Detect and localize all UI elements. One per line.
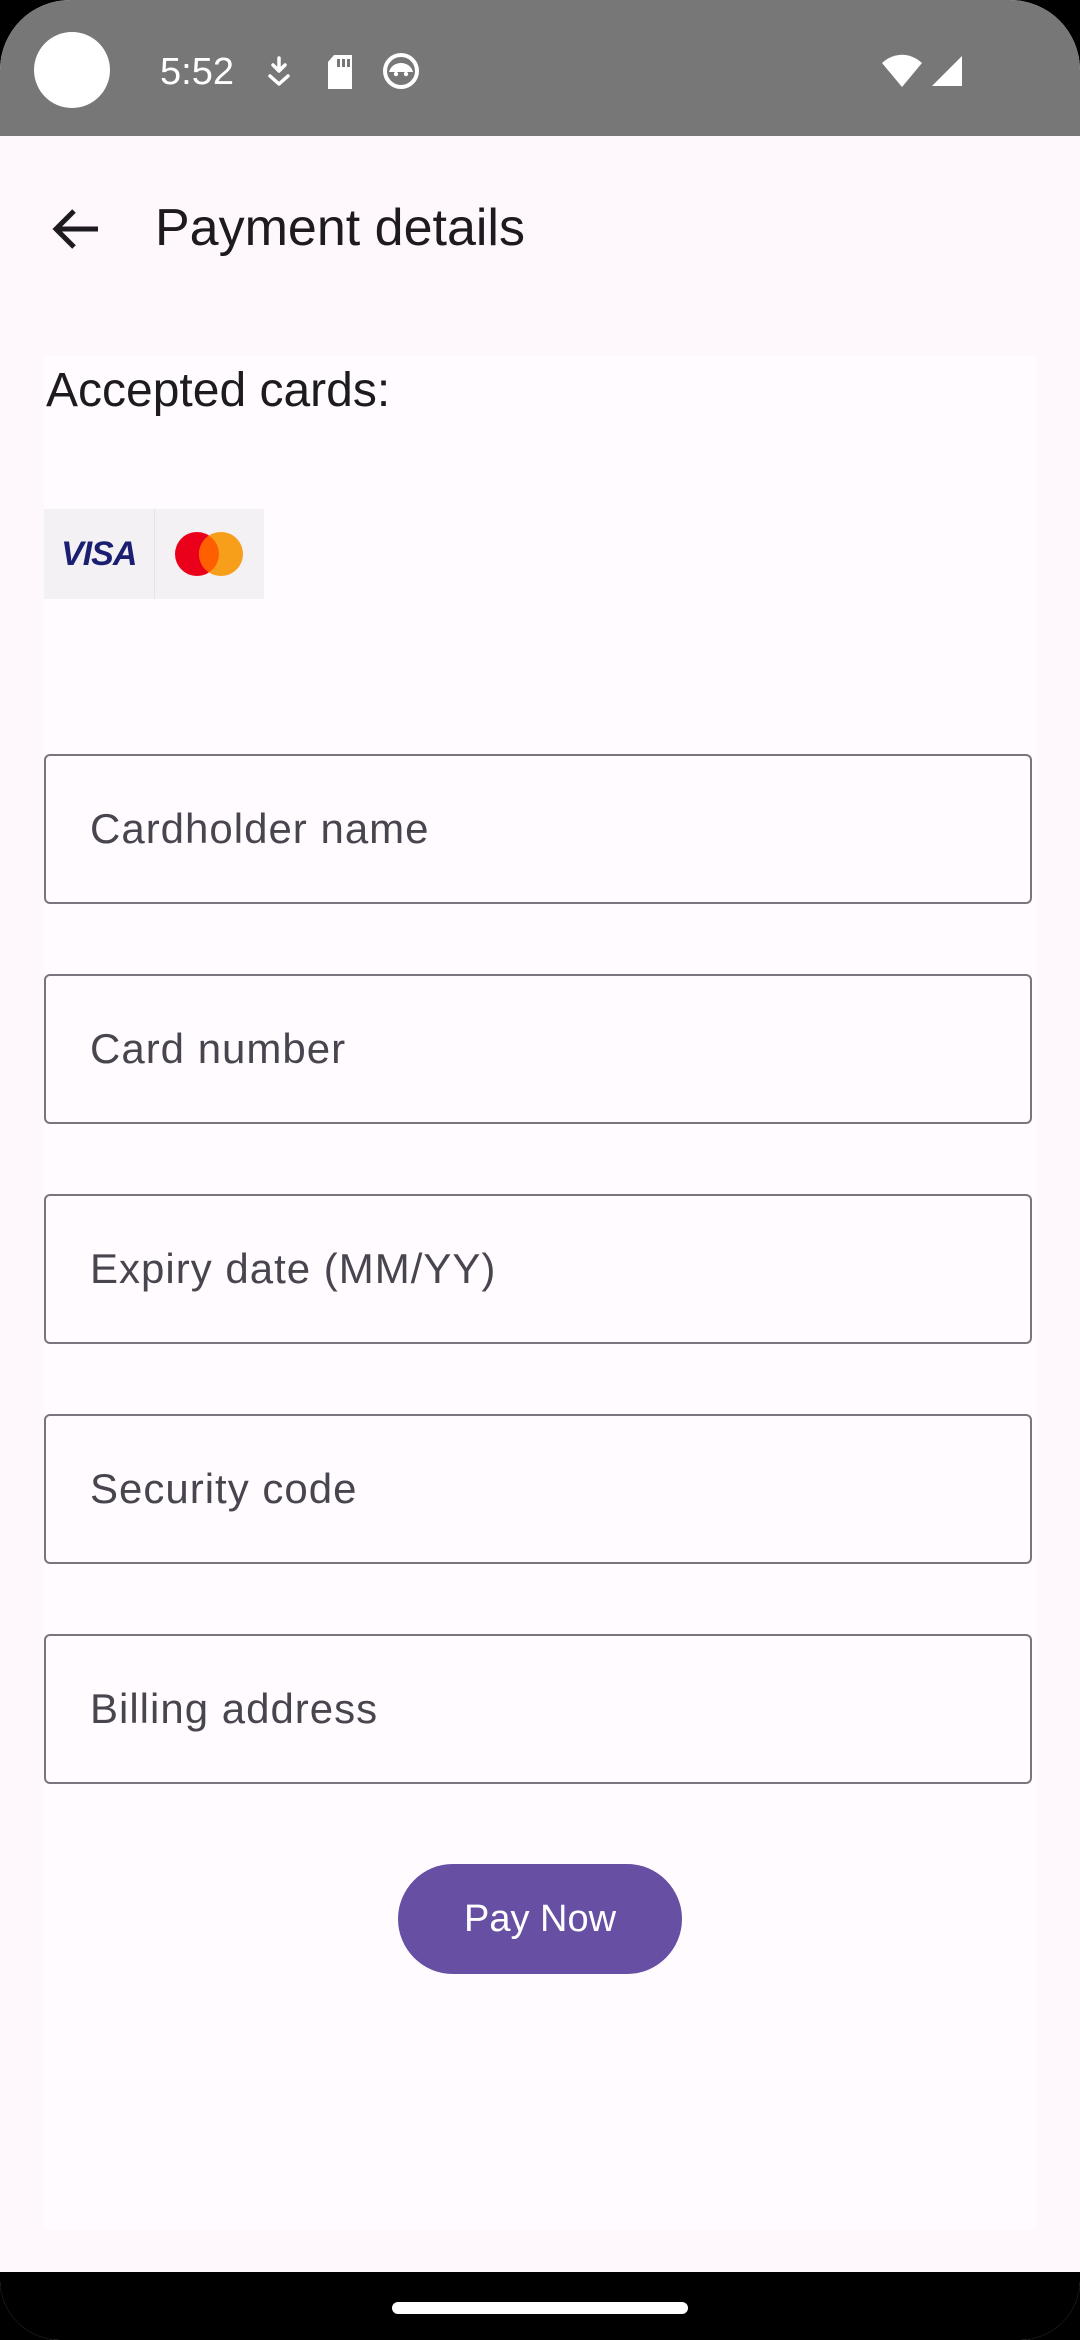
sd-card-icon (328, 55, 352, 89)
camera-icon (34, 32, 110, 108)
mastercard-logo (153, 509, 265, 599)
signal-icon (932, 56, 962, 86)
visa-logo: VISA (44, 509, 154, 599)
top-app-bar: Payment details (0, 136, 1080, 316)
face-icon (383, 53, 419, 89)
navigation-bar (0, 2272, 1080, 2340)
page-title: Payment details (155, 199, 525, 257)
wifi-icon (882, 54, 922, 87)
payment-form-container: Accepted cards: VISA Cardholder name Car… (44, 356, 1036, 2230)
status-time: 5:52 (160, 51, 234, 93)
accepted-cards-logos: VISA (44, 509, 264, 599)
expiry-date-input[interactable] (46, 1196, 1030, 1342)
pay-now-button[interactable]: Pay Now (398, 1864, 682, 1974)
billing-address-input[interactable] (46, 1636, 1030, 1782)
back-button[interactable] (36, 189, 116, 269)
expiry-date-field[interactable] (44, 1194, 1032, 1344)
mastercard-icon (175, 532, 244, 576)
status-bar: 5:52 (0, 0, 1080, 136)
security-code-input[interactable] (46, 1416, 1030, 1562)
phone-screen: 5:52 Payment details Accepted cards: VIS… (0, 0, 1080, 2340)
arrow-back-icon (52, 209, 98, 249)
cardholder-name-field[interactable] (44, 754, 1032, 904)
card-number-input[interactable] (46, 976, 1030, 1122)
accepted-cards-label: Accepted cards: (46, 364, 391, 417)
visa-wordmark: VISA (61, 534, 137, 573)
security-code-field[interactable] (44, 1414, 1032, 1564)
billing-address-field[interactable] (44, 1634, 1032, 1784)
home-indicator[interactable] (392, 2302, 688, 2314)
download-icon (268, 56, 290, 86)
card-number-field[interactable] (44, 974, 1032, 1124)
cardholder-name-input[interactable] (46, 756, 1030, 902)
